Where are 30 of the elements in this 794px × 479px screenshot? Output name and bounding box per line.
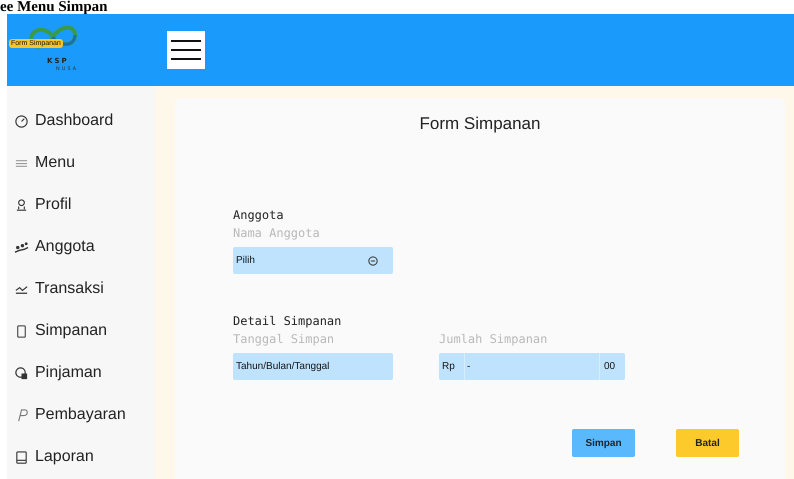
caption-text: ee Menu Simpan: [0, 0, 109, 14]
decimal-suffix: 00: [603, 361, 616, 372]
save-button[interactable]: Simpan: [572, 429, 635, 457]
dropdown-icon: [368, 256, 378, 266]
person-icon: [14, 198, 29, 212]
sidebar-item[interactable]: Simpanan: [7, 310, 155, 352]
sidebar-item[interactable]: Dashboard: [7, 100, 155, 142]
field-label: Tanggal Simpan: [233, 332, 336, 346]
section-heading: Detail Simpanan: [233, 314, 342, 328]
sidebar-item[interactable]: Anggota: [7, 226, 155, 268]
cancel-button[interactable]: Batal: [676, 429, 739, 457]
field-label: Nama Anggota: [233, 226, 321, 240]
sidebar-item[interactable]: Menu: [7, 142, 155, 184]
menu-button[interactable]: [167, 31, 205, 69]
form-title: Form Simpanan: [418, 114, 542, 134]
amount-field[interactable]: -: [464, 353, 600, 380]
field-label: Jumlah Simpanan: [439, 332, 548, 346]
book-icon: [14, 450, 29, 464]
currency-prefix: Rp: [441, 361, 456, 372]
gauge-icon: [14, 114, 29, 128]
date-field[interactable]: Tahun/Bulan/Tanggal: [233, 353, 393, 380]
sidebar-item[interactable]: Pembayaran: [7, 394, 155, 436]
sidebar-item[interactable]: Laporan: [7, 436, 155, 478]
section-heading: Anggota: [233, 208, 285, 222]
people-icon: [14, 240, 29, 254]
select-field[interactable]: Pilih: [233, 247, 393, 274]
sidebar-item[interactable]: Transaksi: [7, 268, 155, 310]
bookmark-icon: [14, 324, 29, 338]
sidebar-item[interactable]: Pinjaman: [7, 352, 155, 394]
sidebar-item[interactable]: Profil: [7, 184, 155, 226]
